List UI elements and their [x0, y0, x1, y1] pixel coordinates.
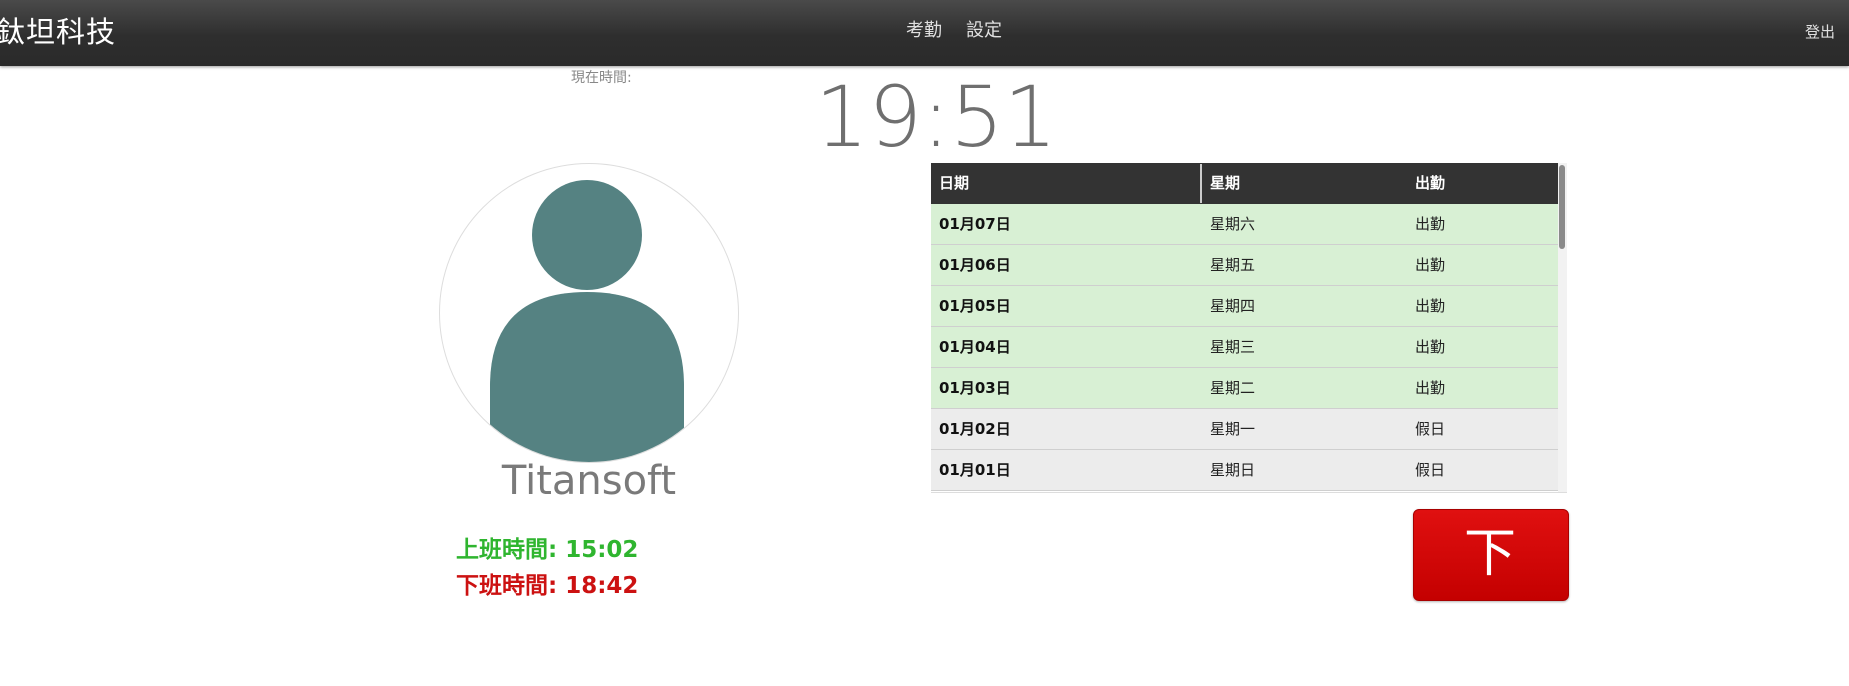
table-header: 日期 星期 出勤: [931, 163, 1558, 204]
nav-link-attendance[interactable]: 考勤: [906, 0, 942, 66]
top-navbar: 鈦坦科技 考勤 設定 登出: [0, 0, 1849, 66]
row-date: 01月02日: [939, 420, 1011, 438]
table-row[interactable]: 01月01日 星期日 假日: [931, 450, 1558, 491]
row-date: 01月05日: [939, 297, 1011, 315]
brand-logo[interactable]: 鈦坦科技: [0, 0, 116, 66]
main-nav: 考勤 設定: [906, 0, 1002, 66]
table-row[interactable]: 01月06日 星期五 出勤: [931, 245, 1558, 286]
column-header-weekday[interactable]: 星期: [1210, 163, 1240, 204]
row-weekday: 星期日: [1210, 461, 1256, 479]
row-date: 01月06日: [939, 256, 1011, 274]
table-row[interactable]: 01月05日 星期四 出勤: [931, 286, 1558, 327]
row-weekday: 星期四: [1210, 297, 1256, 315]
user-silhouette-icon: [490, 180, 684, 462]
table-row[interactable]: 01月03日 星期二 出勤: [931, 368, 1558, 409]
row-status: 出勤: [1415, 215, 1446, 233]
table-row[interactable]: 01月02日 星期一 假日: [931, 409, 1558, 450]
table-row[interactable]: 01月07日 星期六 出勤: [931, 204, 1558, 245]
row-date: 01月04日: [939, 338, 1011, 356]
column-header-date[interactable]: 日期: [939, 163, 969, 204]
row-status: 出勤: [1415, 256, 1446, 274]
logout-link[interactable]: 登出: [1805, 0, 1835, 66]
avatar: [439, 163, 739, 463]
row-weekday: 星期三: [1210, 338, 1256, 356]
row-date: 01月03日: [939, 379, 1011, 397]
clock-out-time: 下班時間: 18:42: [456, 573, 639, 599]
row-weekday: 星期五: [1210, 256, 1256, 274]
row-status: 出勤: [1415, 379, 1446, 397]
row-status: 假日: [1415, 461, 1446, 479]
scrollbar-thumb[interactable]: [1559, 165, 1565, 249]
table-scrollbar[interactable]: [1558, 163, 1567, 492]
row-status: 出勤: [1415, 297, 1446, 315]
user-name: Titansoft: [501, 458, 677, 504]
row-status: 假日: [1415, 420, 1446, 438]
column-header-status[interactable]: 出勤: [1415, 163, 1445, 204]
attendance-table: 日期 星期 出勤 01月07日 星期六 出勤 01月06日 星期五 出勤 01月…: [931, 163, 1567, 493]
row-weekday: 星期一: [1210, 420, 1256, 438]
clock-out-button[interactable]: 下班: [1413, 509, 1569, 672]
current-time-label: 現在時間:: [571, 70, 632, 86]
row-status: 出勤: [1415, 338, 1446, 356]
row-weekday: 星期六: [1210, 215, 1256, 233]
column-divider: [1200, 164, 1202, 203]
current-time-display: 19:51: [815, 68, 1058, 166]
clock-in-time: 上班時間: 15:02: [456, 537, 639, 563]
row-weekday: 星期二: [1210, 379, 1256, 397]
row-date: 01月07日: [939, 215, 1011, 233]
row-date: 01月01日: [939, 461, 1011, 479]
table-row[interactable]: 01月04日 星期三 出勤: [931, 327, 1558, 368]
nav-link-settings[interactable]: 設定: [966, 0, 1002, 66]
